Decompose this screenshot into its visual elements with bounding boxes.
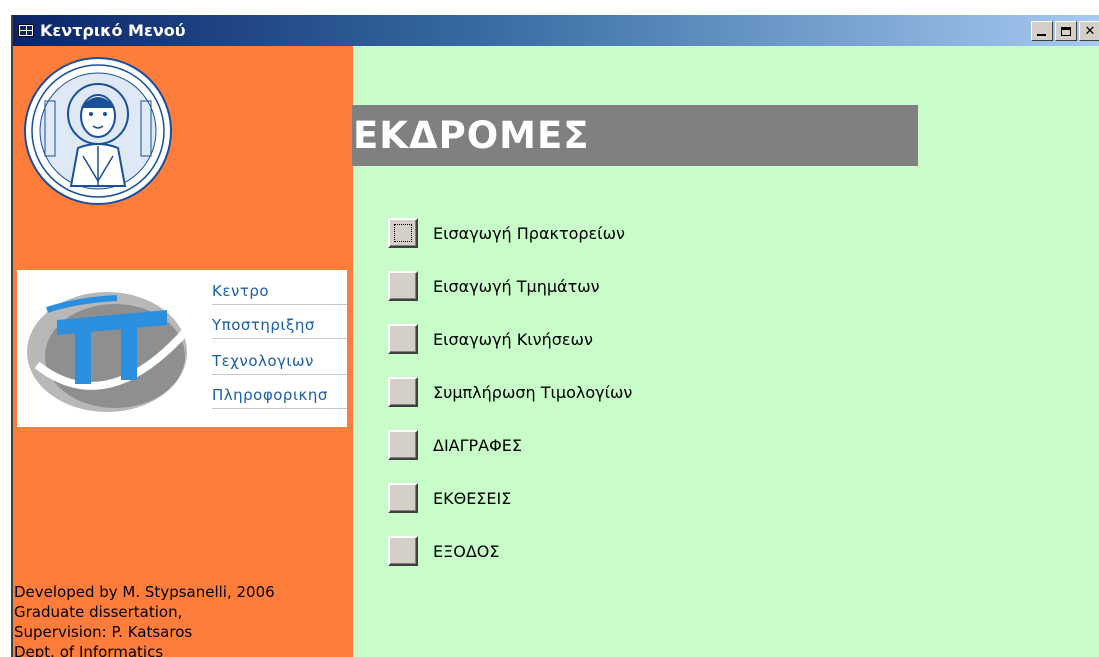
logo-word-2: Υποστηριξησ [212, 316, 315, 334]
menu-item-movements: Εισαγωγή Κινήσεων [388, 324, 593, 354]
agencies-button[interactable] [388, 218, 418, 248]
reports-button[interactable] [388, 483, 418, 513]
credits-line: Dept. of Informatics [14, 643, 164, 657]
university-seal-icon [24, 57, 172, 205]
menu-item-reports: ΕΚΘΕΣΕΙΣ [388, 483, 511, 513]
menu-label: Εισαγωγή Πρακτορείων [433, 223, 625, 243]
menu-label: ΕΞΟΔΟΣ [433, 541, 500, 561]
deletions-button[interactable] [388, 430, 418, 460]
credits-line: Developed by M. Stypsanelli, 2006 [14, 583, 275, 601]
menu-item-deletions: ΔΙΑΓΡΑΦΕΣ [388, 430, 522, 460]
title-bar[interactable]: Κεντρικό Μενού ✕ [13, 15, 1099, 46]
credits: Developed by M. Stypsanelli, 2006 Gradua… [14, 582, 352, 657]
menu-item-agencies: Εισαγωγή Πρακτορείων [388, 218, 625, 248]
logo-word-4: Πληροφορικησ [212, 386, 328, 404]
invoices-button[interactable] [388, 377, 418, 407]
menu-item-exit: ΕΞΟΔΟΣ [388, 536, 499, 566]
menu-label: Συμπλήρωση Τιμολογίων [433, 382, 633, 402]
page-title-bar: ΕΚΔΡΟΜΕΣ [352, 105, 918, 166]
left-panel: Κεντρο Υποστηριξησ Τεχνολογιων Πληροφορι… [13, 46, 353, 657]
page-title: ΕΚΔΡΟΜΕΣ [353, 114, 590, 157]
kyto-logo: Κεντρο Υποστηριξησ Τεχνολογιων Πληροφορι… [17, 270, 347, 427]
form-icon[interactable] [18, 24, 34, 37]
menu-label: ΕΚΘΕΣΕΙΣ [433, 488, 512, 508]
menu-item-departments: Εισαγωγή Τμημάτων [388, 271, 600, 301]
menu-label: Εισαγωγή Τμημάτων [433, 276, 600, 296]
minimize-button[interactable] [1031, 21, 1053, 41]
movements-button[interactable] [388, 324, 418, 354]
minimize-icon [1037, 34, 1046, 36]
exit-button[interactable] [388, 536, 418, 566]
maximize-button[interactable] [1055, 21, 1077, 41]
close-icon: ✕ [1084, 23, 1096, 39]
menu-label: ΔΙΑΓΡΑΦΕΣ [433, 435, 522, 455]
menu-label: Εισαγωγή Κινήσεων [433, 329, 593, 349]
logo-word-1: Κεντρο [212, 282, 270, 300]
window-title: Κεντρικό Μενού [40, 21, 186, 40]
credits-line: Graduate dissertation, [14, 603, 183, 621]
maximize-icon [1061, 26, 1071, 36]
institution-logo-icon [27, 292, 190, 412]
close-button[interactable]: ✕ [1079, 21, 1099, 41]
window-controls: ✕ [1031, 21, 1099, 41]
main-menu-window: Κεντρικό Μενού ✕ Κεντρο Υποστηριξησ Τεχν… [11, 15, 1099, 657]
credits-line: Supervision: P. Katsaros [14, 623, 193, 641]
departments-button[interactable] [388, 271, 418, 301]
logo-word-3: Τεχνολογιων [212, 352, 314, 370]
menu-item-invoices: Συμπλήρωση Τιμολογίων [388, 377, 632, 407]
